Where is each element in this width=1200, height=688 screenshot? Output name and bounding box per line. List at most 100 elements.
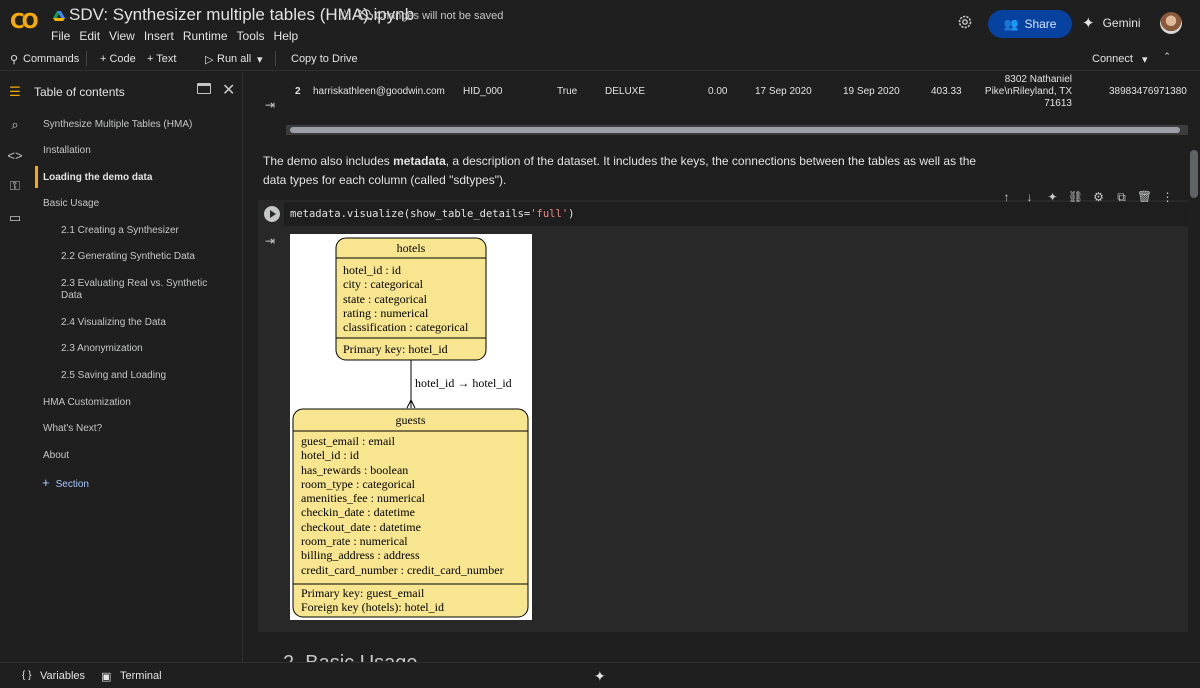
sparkle-icon: ✦ bbox=[1082, 15, 1095, 32]
hotels-title: hotels bbox=[396, 241, 426, 255]
hotels-fields: hotel_id : id city : categorical state :… bbox=[343, 263, 468, 334]
toc-item[interactable]: 2.2 Generating Synthetic Data bbox=[61, 251, 221, 263]
code-string: 'full' bbox=[530, 208, 569, 220]
next-section-heading: 2. Basic Usage bbox=[283, 652, 418, 662]
search-icon: ⚲ bbox=[10, 54, 19, 66]
toc-item[interactable]: Installation bbox=[43, 145, 91, 157]
plus-icon: + bbox=[42, 475, 50, 490]
cloud-off-icon bbox=[358, 9, 373, 21]
guests-field: room_rate : numerical bbox=[301, 534, 408, 549]
guests-field: room_type : categorical bbox=[301, 476, 415, 491]
row-index: 2 bbox=[295, 86, 301, 97]
output-options-icon[interactable]: ⇥ bbox=[265, 234, 275, 248]
toc-item[interactable]: 2.3 Anonymization bbox=[61, 343, 221, 355]
scrollbar-thumb[interactable] bbox=[290, 127, 1180, 133]
cell-room-rate: 403.33 bbox=[931, 86, 962, 97]
menu-file[interactable]: File bbox=[51, 29, 70, 43]
toolbar: ⚲ Commands + Code + Text ▷ Run all ▾ Cop… bbox=[0, 46, 1200, 71]
toc-item[interactable]: 2.1 Creating a Synthesizer bbox=[61, 225, 221, 237]
hotels-field: state : categorical bbox=[343, 291, 427, 306]
gemini-button[interactable]: ✦ Gemini bbox=[1082, 14, 1141, 32]
window-icon[interactable] bbox=[197, 83, 211, 94]
divider bbox=[86, 51, 87, 66]
code-suffix: ) bbox=[568, 208, 575, 220]
hotels-field: rating : numerical bbox=[343, 305, 429, 320]
connect-button[interactable]: Connect bbox=[1092, 53, 1133, 65]
add-code-button[interactable]: + Code bbox=[100, 53, 136, 65]
toc-item[interactable]: Basic Usage bbox=[43, 198, 99, 210]
statusbar: { } Variables ▣ Terminal ✦ bbox=[0, 662, 1200, 688]
output-options-icon[interactable]: ⇥ bbox=[265, 98, 275, 112]
share-button[interactable]: 👥 Share bbox=[988, 10, 1072, 38]
add-text-button[interactable]: + Text bbox=[147, 53, 176, 65]
metadata-diagram: hotels hotel_id : id city : categorical … bbox=[290, 234, 532, 620]
add-section-label: Section bbox=[55, 479, 89, 490]
commands-button[interactable]: Commands bbox=[23, 53, 79, 65]
hotels-primary-key: Primary key: hotel_id bbox=[343, 342, 448, 356]
guests-field: checkin_date : datetime bbox=[301, 505, 415, 520]
play-icon: ▷ bbox=[205, 54, 214, 66]
menu-runtime[interactable]: Runtime bbox=[183, 29, 228, 43]
guests-keys: Primary key: guest_email Foreign key (ho… bbox=[301, 586, 444, 615]
menu-help[interactable]: Help bbox=[274, 29, 299, 43]
cell-billing-address-line: 8302 Nathaniel bbox=[1004, 74, 1072, 85]
chevron-up-icon[interactable]: ˆ bbox=[1165, 50, 1169, 65]
text-cell: The demo also includes metadata, a descr… bbox=[263, 152, 983, 190]
divider bbox=[275, 51, 276, 66]
toc-title: Table of contents bbox=[34, 85, 125, 99]
run-all-button[interactable]: Run all bbox=[217, 53, 251, 65]
chevron-down-icon[interactable]: ▾ bbox=[1142, 53, 1148, 66]
cell-has-rewards: True bbox=[557, 86, 578, 97]
toc-item[interactable]: What's Next? bbox=[43, 423, 102, 435]
chevron-down-icon[interactable]: ▾ bbox=[257, 53, 263, 66]
toc-item[interactable]: About bbox=[43, 450, 69, 462]
guests-primary-key: Primary key: guest_email bbox=[301, 586, 425, 600]
gear-icon[interactable] bbox=[956, 13, 974, 31]
toc-icon[interactable]: ☰ bbox=[7, 84, 23, 100]
terminal-button[interactable]: Terminal bbox=[120, 670, 162, 682]
people-icon: 👥 bbox=[1003, 17, 1019, 31]
icon-rail: ☰ ⌕ <> ⚿ ▭ bbox=[0, 72, 30, 662]
guests-field: billing_address : address bbox=[301, 548, 420, 563]
guests-field: credit_card_number : credit_card_number bbox=[301, 562, 504, 577]
sidebar bbox=[0, 72, 243, 662]
table-row: 2 harriskathleen@goodwin.com HID_000 Tru… bbox=[286, 74, 1188, 118]
menu-edit[interactable]: Edit bbox=[79, 29, 100, 43]
menu-view[interactable]: View bbox=[109, 29, 135, 43]
folder-icon[interactable]: ▭ bbox=[7, 210, 23, 226]
code-text[interactable]: metadata.visualize(show_table_details='f… bbox=[290, 208, 574, 220]
avatar[interactable] bbox=[1160, 12, 1182, 34]
close-icon[interactable]: ✕ bbox=[222, 80, 235, 100]
menubar: File Edit View Insert Runtime Tools Help bbox=[51, 29, 307, 43]
toc-item-active[interactable]: Loading the demo data bbox=[43, 172, 152, 184]
menu-tools[interactable]: Tools bbox=[237, 29, 265, 43]
toc-item[interactable]: HMA Customization bbox=[43, 397, 131, 409]
run-cell-button[interactable] bbox=[264, 206, 280, 222]
code-snippets-icon[interactable]: <> bbox=[7, 148, 23, 164]
toc-item[interactable]: Synthesize Multiple Tables (HMA) bbox=[43, 119, 192, 131]
guests-field: guest_email : email bbox=[301, 434, 395, 448]
vertical-scrollbar[interactable] bbox=[1190, 150, 1198, 198]
toc-item[interactable]: 2.5 Saving and Loading bbox=[61, 370, 221, 382]
colab-logo[interactable]: CO bbox=[10, 9, 42, 33]
sparkle-icon[interactable]: ✦ bbox=[594, 668, 606, 685]
variables-button[interactable]: Variables bbox=[40, 670, 85, 682]
save-status[interactable]: Changes will not be saved bbox=[375, 10, 503, 22]
star-icon[interactable]: ☆ bbox=[338, 6, 351, 24]
guests-foreign-key: Foreign key (hotels): hotel_id bbox=[301, 600, 444, 615]
key-icon[interactable]: ⚿ bbox=[7, 178, 23, 194]
guests-field: checkout_date : datetime bbox=[301, 519, 421, 534]
share-label: Share bbox=[1024, 17, 1057, 31]
find-icon[interactable]: ⌕ bbox=[7, 117, 23, 133]
cell-amenities-fee: 0.00 bbox=[708, 86, 728, 97]
terminal-icon: ▣ bbox=[101, 671, 112, 683]
add-section-button[interactable]: + Section bbox=[42, 475, 89, 490]
cell-checkin-date: 17 Sep 2020 bbox=[755, 86, 812, 97]
copy-to-drive-button[interactable]: Copy to Drive bbox=[291, 53, 358, 65]
toc-item[interactable]: 2.3 Evaluating Real vs. Synthetic Data bbox=[61, 278, 211, 302]
cell-billing-address-line: 71613 bbox=[1044, 98, 1072, 109]
toc-item[interactable]: 2.4 Visualizing the Data bbox=[61, 317, 221, 329]
cell-credit-card: 38983476971380 bbox=[1109, 86, 1187, 97]
menu-insert[interactable]: Insert bbox=[144, 29, 174, 43]
active-indicator bbox=[35, 166, 38, 188]
